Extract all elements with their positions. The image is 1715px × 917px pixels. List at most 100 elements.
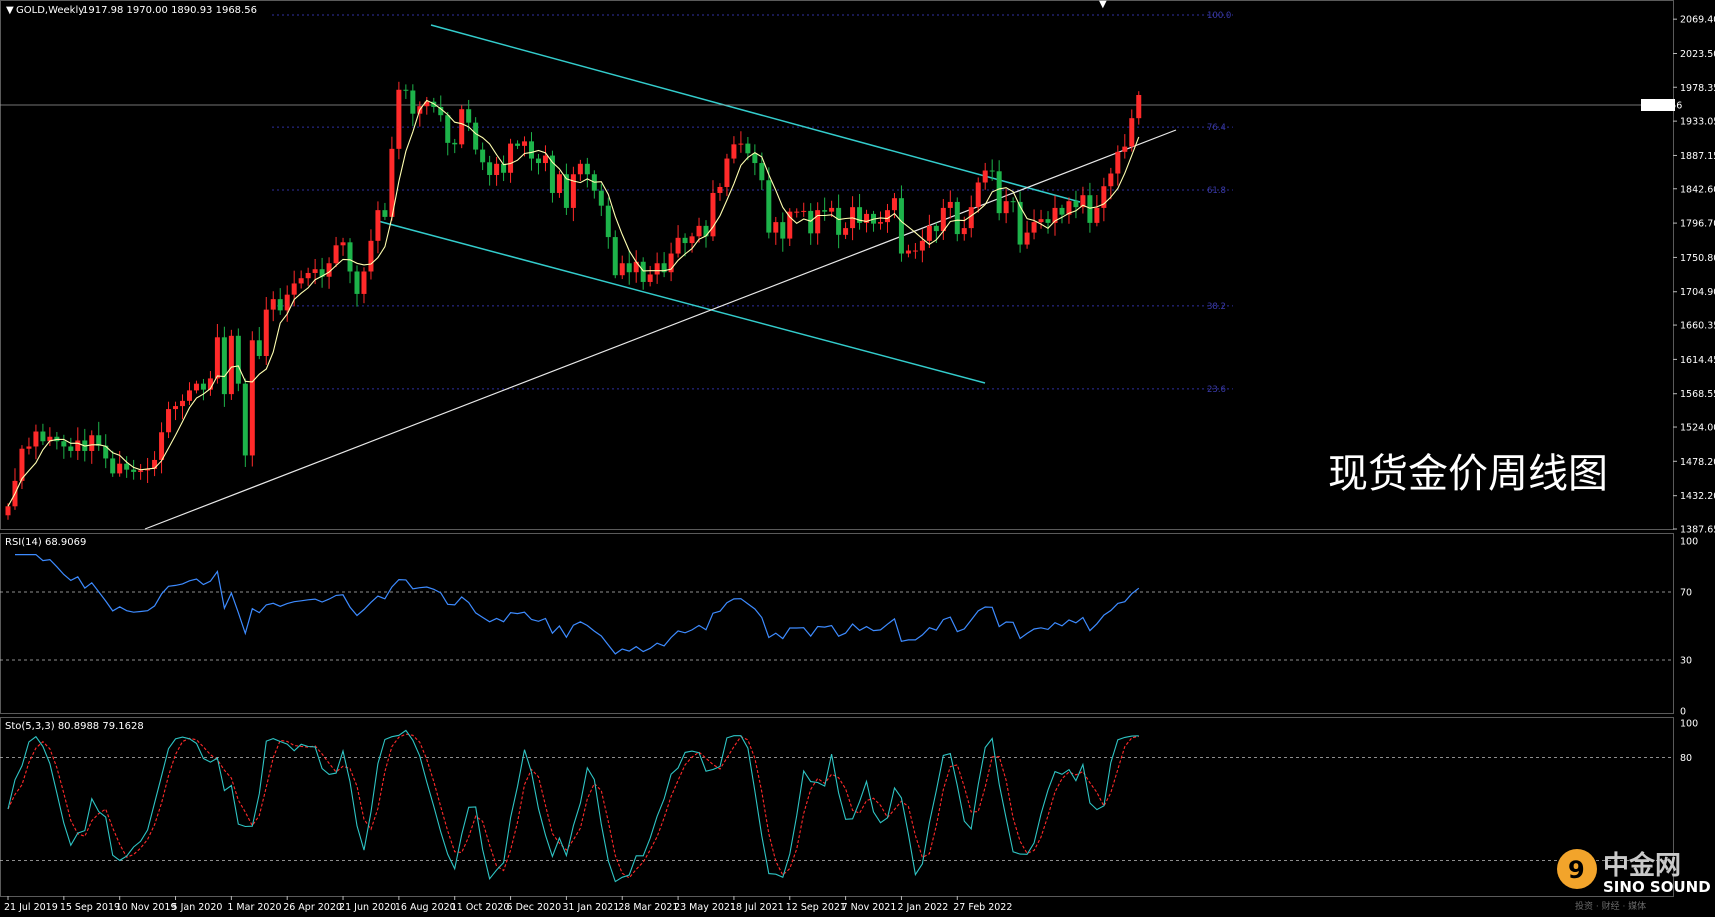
current-price-label: 1968.56 xyxy=(1643,101,1682,112)
candle-body xyxy=(89,435,95,451)
time-tick-label: 21 Jun 2020 xyxy=(339,902,396,913)
scroll-marker-icon[interactable]: ▼ xyxy=(1099,0,1107,10)
candle-body xyxy=(647,274,653,282)
time-tick-label: 6 Dec 2020 xyxy=(507,902,562,913)
price-tick-label: 1432.20 xyxy=(1680,491,1715,502)
candle-body xyxy=(640,261,646,282)
candle-body xyxy=(75,440,81,451)
candle-body xyxy=(542,155,548,164)
candle-body xyxy=(689,236,695,244)
candle-body xyxy=(221,337,227,395)
candle-body xyxy=(1094,207,1100,223)
candle-body xyxy=(298,278,304,284)
time-tick-label: 31 Jan 2021 xyxy=(562,902,619,913)
time-tick-label: 7 Nov 2021 xyxy=(842,902,897,913)
current-price-tag: 1968.56 xyxy=(1641,99,1682,112)
candle-body xyxy=(619,263,625,276)
candle-body xyxy=(961,228,967,235)
fib-level-label: 61.8 xyxy=(1207,186,1226,196)
time-tick-label: 23 May 2021 xyxy=(674,902,736,913)
candle-body xyxy=(1129,118,1135,147)
price-tick-label: 1978.35 xyxy=(1680,83,1715,94)
candle-body xyxy=(291,283,297,295)
time-tick-label: 5 Jan 2020 xyxy=(172,902,223,913)
candle-body xyxy=(459,109,465,145)
candle-body xyxy=(529,141,534,159)
candle-body xyxy=(228,335,234,395)
candle-body xyxy=(1059,207,1065,215)
time-tick-label: 1 Mar 2020 xyxy=(227,902,281,913)
candle-body xyxy=(745,143,751,154)
candle-body xyxy=(382,210,388,217)
time-tick-label: 16 Aug 2020 xyxy=(395,902,456,913)
time-tick-label: 28 Mar 2021 xyxy=(618,902,678,913)
candle-body xyxy=(270,299,276,310)
candle-body xyxy=(131,469,137,472)
candle-body xyxy=(466,109,472,123)
candle-body xyxy=(1010,201,1016,203)
time-tick-label: 15 Sep 2019 xyxy=(60,902,120,913)
candle-body xyxy=(305,272,311,279)
candle-body xyxy=(703,225,709,237)
candle-body xyxy=(808,210,814,234)
candle-body xyxy=(263,309,269,356)
candle-body xyxy=(535,158,541,164)
candle-body xyxy=(905,250,911,254)
time-tick-label: 21 Jul 2019 xyxy=(4,902,58,913)
candle-body xyxy=(759,163,765,181)
candle-body xyxy=(1038,219,1044,223)
candle-body xyxy=(368,240,374,272)
candle-body xyxy=(173,406,179,410)
sto-tick-label: 100 xyxy=(1680,719,1698,730)
price-tick-label: 1568.55 xyxy=(1680,389,1715,400)
candle-body xyxy=(26,446,32,449)
candle-body xyxy=(361,271,367,294)
candle-body xyxy=(947,201,953,208)
candle-body xyxy=(996,171,1002,214)
candle-body xyxy=(989,170,995,172)
fib-level-label: 38.2 xyxy=(1207,302,1226,312)
price-tick-label: 1387.65 xyxy=(1680,525,1715,536)
fib-level-label: 100.0 xyxy=(1207,11,1231,21)
candle-body xyxy=(249,340,255,456)
candle-body xyxy=(626,263,632,273)
svg-text:9: 9 xyxy=(1568,856,1585,884)
time-tick-label: 10 Nov 2019 xyxy=(116,902,177,913)
candle-body xyxy=(480,149,486,163)
sto-axis: 100 80 xyxy=(1680,719,1698,764)
candle-body xyxy=(235,335,241,384)
candle-body xyxy=(605,205,611,238)
time-tick-label: 11 Oct 2020 xyxy=(451,902,510,913)
candle-body xyxy=(180,400,185,407)
sto-title: Sto(5,3,3) 80.8988 79.1628 xyxy=(5,721,144,732)
price-tick-label: 2023.50 xyxy=(1680,49,1715,60)
candle-body xyxy=(598,190,604,206)
candle-body xyxy=(570,174,576,208)
price-tick-label: 1478.20 xyxy=(1680,457,1715,468)
candle-body xyxy=(138,470,144,472)
candle-body xyxy=(375,210,381,241)
candle-body xyxy=(110,458,116,474)
candle-body xyxy=(214,337,220,379)
candle-body xyxy=(556,174,562,193)
price-tick-label: 1524.00 xyxy=(1680,423,1715,434)
main-price-axis: 2069.40 2023.50 1978.35 1933.05 1887.15 1842.… xyxy=(1673,15,1715,536)
candle-body xyxy=(738,143,744,145)
time-tick-label: 12 Sep 2021 xyxy=(786,902,846,913)
candle-body xyxy=(403,89,409,91)
fib-level-label: 23.6 xyxy=(1207,385,1226,395)
candle-body xyxy=(724,158,730,187)
candle-body xyxy=(1031,222,1037,233)
rsi-tick-label: 70 xyxy=(1680,588,1692,599)
candle-body xyxy=(752,153,758,164)
candle-body xyxy=(347,242,353,272)
candle-body xyxy=(1024,232,1030,245)
candle-body xyxy=(926,225,932,241)
overlay-caption: 现货金价周线图 xyxy=(1328,451,1608,497)
candle-body xyxy=(682,237,688,244)
price-tick-label: 1933.05 xyxy=(1680,117,1715,128)
time-tick-label: 18 Jul 2021 xyxy=(730,902,784,913)
candle-body xyxy=(284,294,290,311)
candle-body xyxy=(1122,146,1128,152)
sinosound-watermark: 9 中金网 SINO SOUND 投资 · 财经 · 媒体 xyxy=(1557,849,1711,912)
